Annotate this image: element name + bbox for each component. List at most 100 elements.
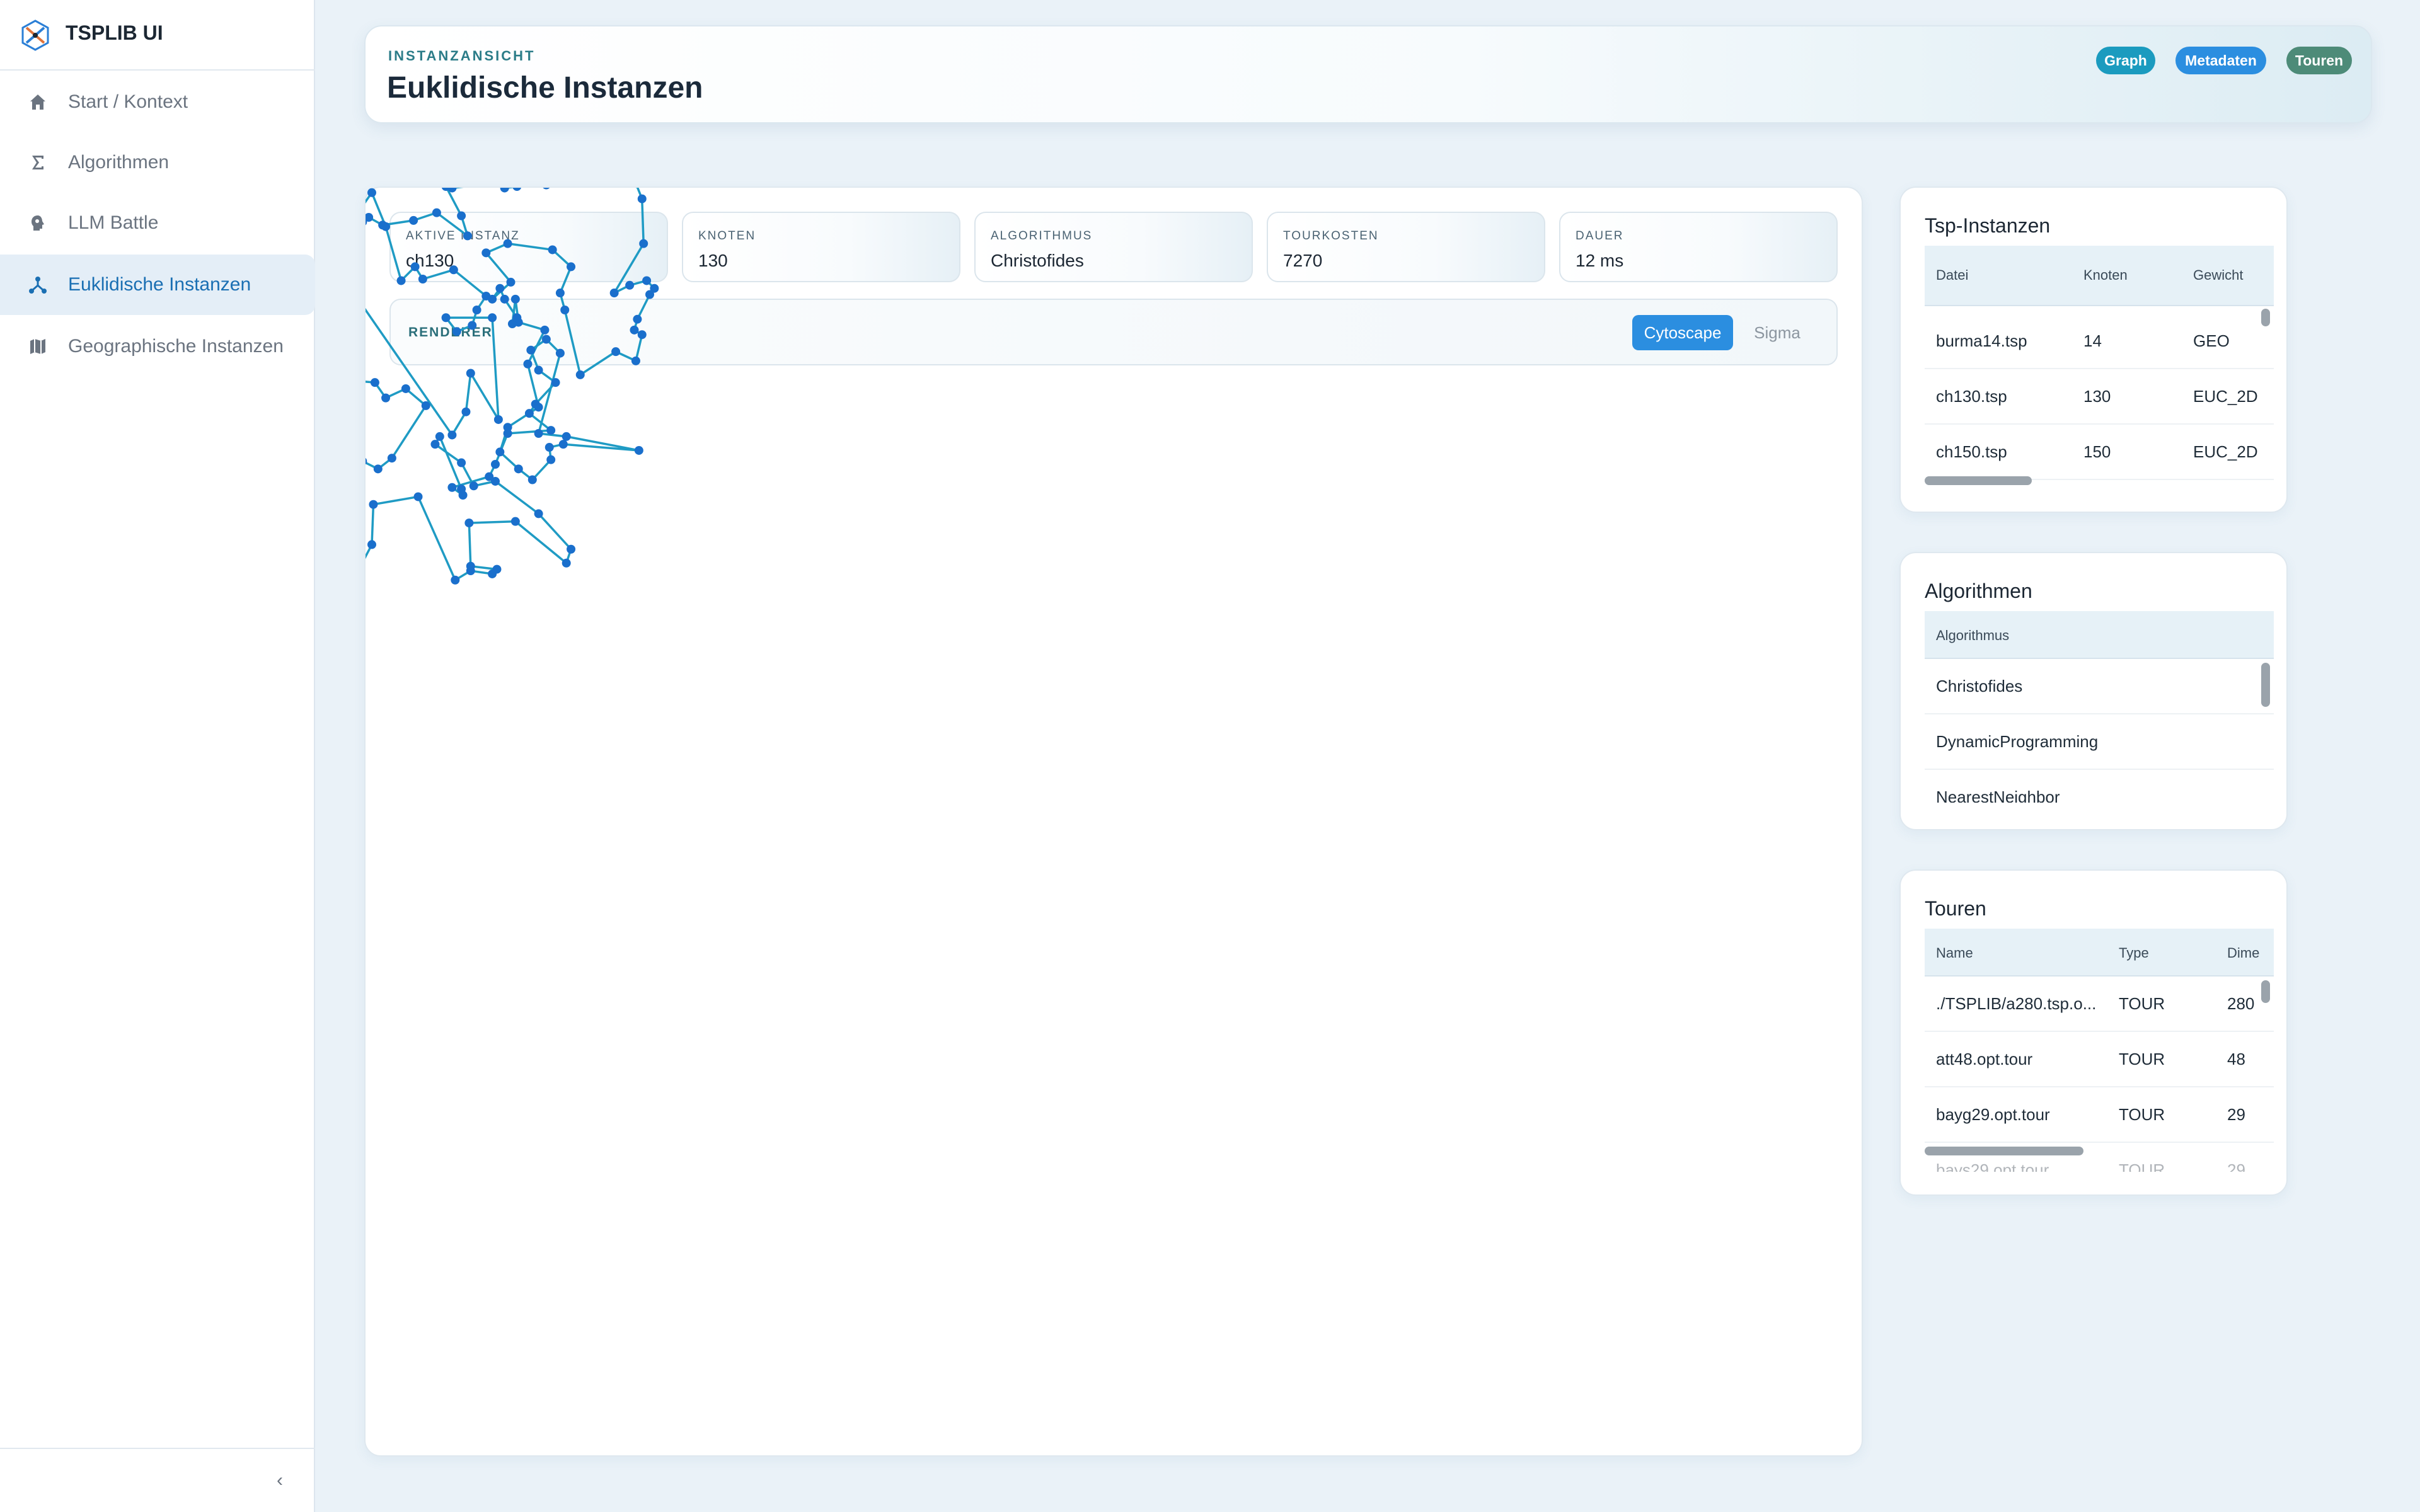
tour-node[interactable] (542, 188, 551, 190)
tour-node[interactable] (458, 491, 468, 500)
tour-node[interactable] (464, 518, 474, 528)
column-header[interactable]: Datei (1936, 267, 1968, 284)
tour-node[interactable] (541, 335, 551, 344)
tour-node[interactable] (562, 432, 571, 441)
tour-node[interactable] (558, 440, 568, 449)
tour-node[interactable] (534, 509, 543, 518)
tour-node[interactable] (430, 440, 440, 449)
tour-node[interactable] (637, 194, 647, 203)
tour-node[interactable] (396, 276, 406, 285)
tour-node[interactable] (575, 370, 585, 379)
tour-node[interactable] (485, 472, 494, 481)
tour-node[interactable] (548, 245, 557, 255)
tour-node[interactable] (551, 378, 560, 387)
tour-graph-canvas[interactable] (366, 188, 1862, 1455)
tour-node[interactable] (540, 325, 550, 335)
tour-node[interactable] (369, 500, 378, 509)
table-row[interactable]: bayg29.opt.tour TOUR 29 (1925, 1087, 2274, 1143)
horizontal-scrollbar[interactable] (1925, 476, 2032, 485)
sidebar-item-euklidische-instanzen[interactable]: Euklidische Instanzen (0, 255, 315, 315)
tour-node[interactable] (560, 306, 570, 314)
tour-node[interactable] (650, 284, 659, 293)
table-row[interactable]: ch150.tsp 150 EUC_2D (1925, 425, 2274, 480)
tour-node[interactable] (381, 393, 391, 403)
tour-node[interactable] (630, 325, 639, 335)
table-row[interactable]: DynamicProgramming (1925, 714, 2274, 770)
tour-node[interactable] (457, 458, 466, 467)
tour-node[interactable] (609, 289, 619, 298)
sidebar-item-algorithmen[interactable]: Algorithmen (0, 132, 315, 193)
column-header[interactable]: Type (2119, 945, 2149, 961)
tour-node[interactable] (410, 262, 420, 272)
tour-node[interactable] (500, 294, 509, 304)
tour-node[interactable] (370, 378, 379, 387)
tour-node[interactable] (526, 345, 536, 355)
tour-node[interactable] (491, 460, 500, 469)
tour-node[interactable] (512, 188, 522, 191)
tour-node[interactable] (481, 248, 491, 258)
tour-node[interactable] (503, 423, 512, 432)
column-header[interactable]: Gewicht (2193, 267, 2243, 284)
tour-node[interactable] (500, 188, 509, 193)
tour-node[interactable] (523, 359, 533, 369)
tour-node[interactable] (421, 401, 430, 410)
vertical-scrollbar[interactable] (2261, 309, 2270, 326)
tour-node[interactable] (492, 564, 502, 574)
tour-node[interactable] (413, 492, 423, 501)
tour-node[interactable] (493, 415, 503, 424)
tour-node[interactable] (514, 464, 523, 474)
vertical-scrollbar[interactable] (2261, 980, 2270, 1003)
metadata-badge[interactable]: Metadaten (2175, 47, 2266, 74)
tour-node[interactable] (546, 426, 556, 435)
tour-node[interactable] (503, 239, 512, 248)
column-header[interactable]: Name (1936, 945, 1973, 961)
tour-node[interactable] (447, 483, 457, 492)
tour-node[interactable] (562, 558, 571, 568)
tour-node[interactable] (435, 432, 444, 441)
tour-node[interactable] (387, 454, 396, 463)
tour-node[interactable] (469, 481, 478, 491)
tour-node[interactable] (639, 239, 648, 248)
tour-node[interactable] (567, 544, 576, 554)
tour-node[interactable] (447, 430, 457, 440)
graph-badge[interactable]: Graph (2096, 47, 2155, 74)
tour-node[interactable] (567, 262, 576, 272)
column-header[interactable]: Dime (2227, 945, 2259, 961)
table-row[interactable]: att48.opt.tour TOUR 48 (1925, 1032, 2274, 1087)
sidebar-item-llm-battle[interactable]: LLM Battle (0, 193, 315, 253)
table-row[interactable]: NearestNeighbor (1925, 770, 2274, 803)
tour-node[interactable] (625, 280, 635, 290)
tour-node[interactable] (510, 294, 520, 304)
tour-node[interactable] (642, 276, 652, 285)
column-header[interactable]: Knoten (2083, 267, 2128, 284)
tour-node[interactable] (534, 429, 543, 438)
tour-node[interactable] (401, 384, 410, 393)
tour-node[interactable] (463, 231, 472, 241)
tour-node[interactable] (495, 284, 505, 293)
tour-node[interactable] (512, 313, 522, 323)
tour-node[interactable] (534, 403, 543, 412)
tour-node[interactable] (555, 348, 565, 358)
tour-node[interactable] (373, 464, 383, 474)
tour-node[interactable] (418, 275, 427, 284)
collapse-sidebar-button[interactable]: ‹ (270, 1468, 290, 1493)
tour-node[interactable] (472, 306, 481, 314)
tour-node[interactable] (546, 455, 556, 464)
tour-node[interactable] (481, 291, 491, 301)
tour-node[interactable] (432, 208, 441, 217)
tour-node[interactable] (457, 211, 466, 220)
tour-node[interactable] (524, 409, 534, 418)
tour-node[interactable] (534, 365, 543, 375)
table-row[interactable]: Christofides (1925, 659, 2274, 714)
tour-node[interactable] (449, 265, 458, 275)
tours-badge[interactable]: Touren (2286, 47, 2352, 74)
tour-node[interactable] (468, 321, 477, 330)
horizontal-scrollbar[interactable] (1925, 1147, 2083, 1155)
sidebar-item-start[interactable]: Start / Kontext (0, 72, 315, 132)
tour-node[interactable] (452, 327, 461, 336)
tour-node[interactable] (634, 445, 643, 455)
table-row[interactable]: ch130.tsp 130 EUC_2D (1925, 369, 2274, 425)
tour-node[interactable] (409, 215, 418, 225)
column-header[interactable]: Algorithmus (1936, 627, 2009, 644)
tour-node[interactable] (544, 443, 554, 452)
